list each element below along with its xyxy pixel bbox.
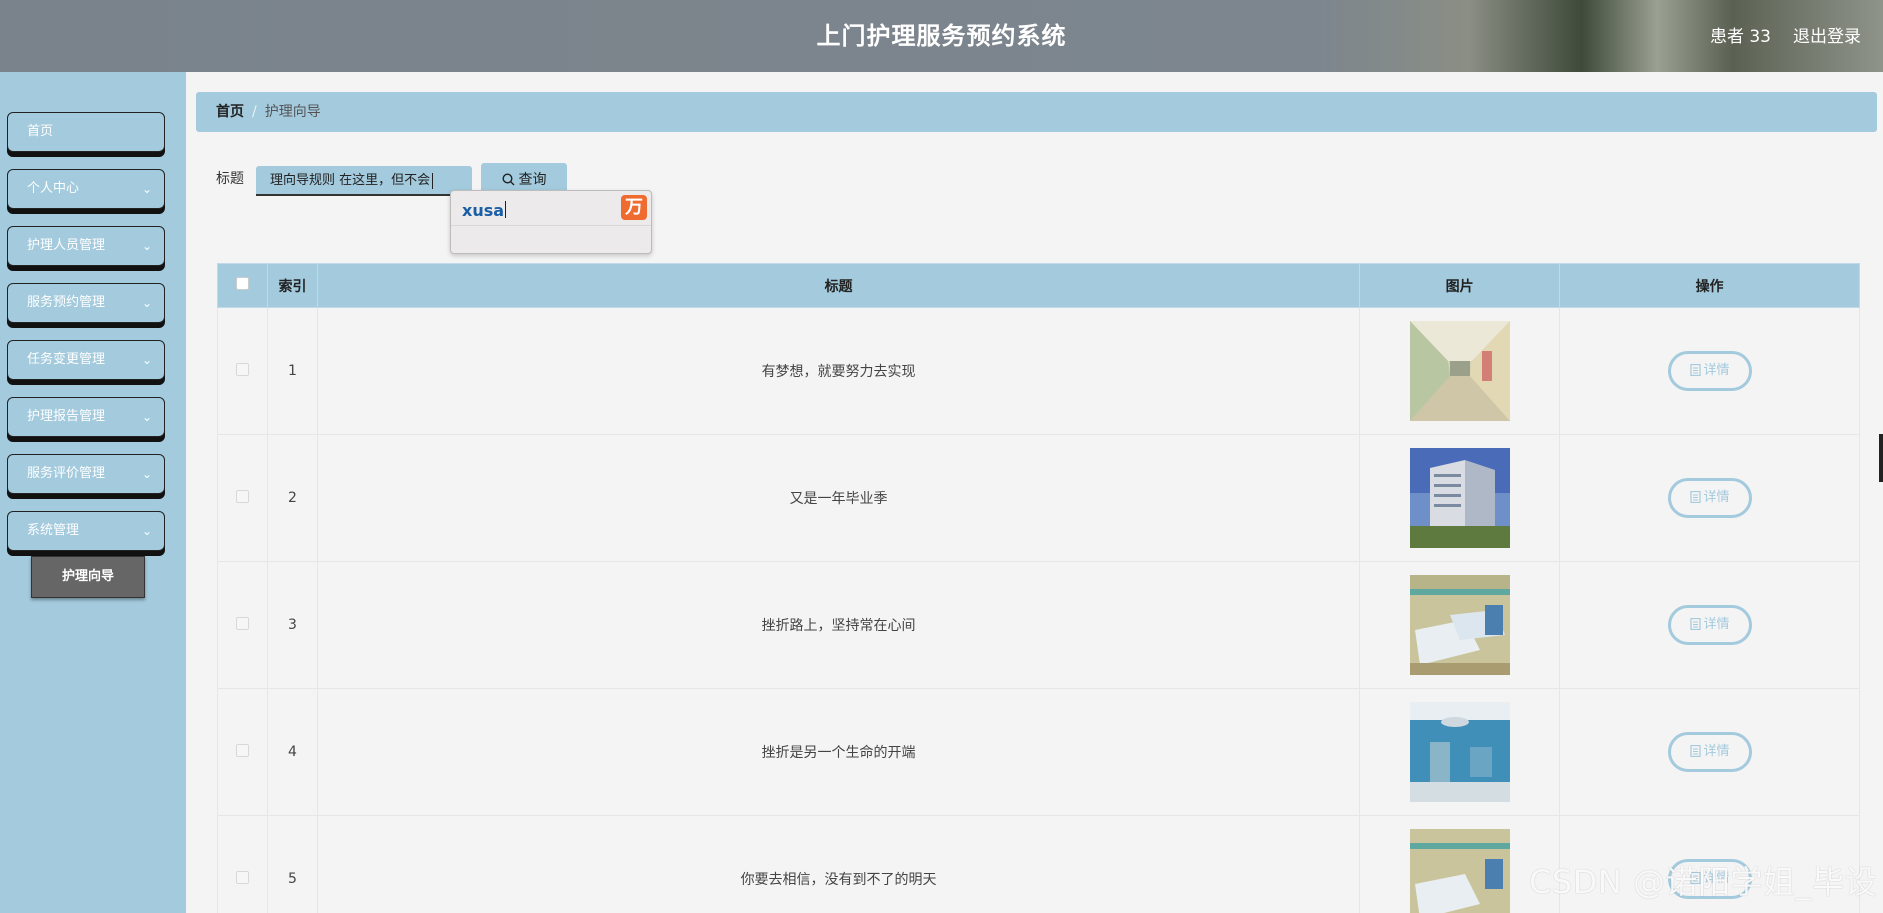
sidebar-item-label: 首页 [27,124,54,139]
sidebar-item-label: 护理报告管理 [27,409,106,424]
row-checkbox[interactable] [235,489,249,503]
row-index: 2 [266,434,318,562]
logout-link[interactable]: 退出登录 [1793,22,1861,47]
sidebar-item-label: 任务变更管理 [27,352,106,367]
top-header: 上门护理服务预约系统 患者 33 退出登录 [0,0,1883,72]
search-icon [501,173,514,186]
row-index: 5 [266,815,318,913]
ward-beds-image [1409,829,1510,913]
sidebar-item-label: 系统管理 [27,523,80,538]
column-header-title: 标题 [316,263,1361,308]
table-row: 4 挫折是另一个生命的开端 详情 [217,688,1860,816]
detail-button[interactable]: 详情 [1667,605,1752,645]
sidebar: 首页 个人中心 ⌄ 护理人员管理 ⌄ 服务预约管理 ⌄ 任务变更管理 ⌄ 护理报… [0,72,186,913]
breadcrumb: 首页 / 护理向导 [196,92,1877,132]
sidebar-item-report-management[interactable]: 护理报告管理 ⌄ [7,397,165,437]
select-all-header[interactable] [217,263,268,308]
ime-composition: xusa [462,201,507,220]
breadcrumb-current: 护理向导 [264,104,321,120]
row-title: 有梦想，就要努力去实现 [316,307,1361,435]
csdn-watermark: CSDN @诺阳学姐_毕设 [1529,863,1877,901]
sidebar-item-appointment-management[interactable]: 服务预约管理 ⌄ [7,283,165,323]
document-icon [1689,363,1701,377]
app-title: 上门护理服务预约系统 [816,22,1067,50]
chevron-down-icon: ⌄ [141,524,152,538]
search-label: 标题 [216,171,244,187]
sidebar-item-label: 个人中心 [27,181,80,196]
hospital-building-image [1409,448,1510,548]
row-checkbox[interactable] [235,362,249,376]
table-row: 1 有梦想，就要努力去实现 详情 [217,307,1860,435]
table-header-row: 索引 标题 图片 操作 [217,263,1860,308]
row-title: 挫折路上，坚持常在心间 [316,561,1361,689]
column-header-actions: 操作 [1559,263,1860,308]
row-index: 3 [266,561,318,689]
row-title: 又是一年毕业季 [316,434,1361,562]
ward-beds-image [1409,575,1510,675]
main-content: 首页 / 护理向导 标题 理向导规则 在这里，但不会 查询 xusa 万 索引 标题… [186,72,1883,913]
chevron-down-icon: ⌄ [141,467,152,481]
sidebar-item-nurse-management[interactable]: 护理人员管理 ⌄ [7,226,165,266]
breadcrumb-separator: / [252,104,257,120]
chevron-down-icon: ⌄ [141,410,152,424]
sidebar-item-personal-center[interactable]: 个人中心 ⌄ [7,169,165,209]
row-checkbox[interactable] [235,870,249,884]
chevron-down-icon: ⌄ [141,182,152,196]
sidebar-item-system-management[interactable]: 系统管理 ⌄ [7,511,165,551]
current-user: 患者 33 [1709,27,1771,47]
document-icon [1689,744,1701,758]
row-title: 挫折是另一个生命的开端 [316,688,1361,816]
row-index: 4 [266,688,318,816]
row-checkbox[interactable] [235,616,249,630]
ime-logo-icon[interactable]: 万 [621,195,647,220]
search-input[interactable]: 理向导规则 在这里，但不会 [256,166,472,196]
column-header-index: 索引 [266,263,318,308]
search-button-label: 查询 [518,172,547,188]
detail-button[interactable]: 详情 [1667,478,1752,518]
hospital-corridor-image [1409,321,1510,421]
sidebar-item-task-change-management[interactable]: 任务变更管理 ⌄ [7,340,165,380]
column-header-image: 图片 [1359,263,1561,308]
scroll-edge-marker [1879,434,1883,482]
sidebar-item-label: 服务评价管理 [27,466,106,481]
data-table: 索引 标题 图片 操作 1 有梦想，就要努力去实现 详情 2 又是一年毕业季 详… [217,263,1860,913]
sidebar-item-label: 服务预约管理 [27,295,106,310]
row-checkbox[interactable] [235,743,249,757]
chevron-down-icon: ⌄ [141,353,152,367]
ime-candidate-popup: xusa 万 [450,190,652,254]
detail-button[interactable]: 详情 [1667,351,1752,391]
table-row: 2 又是一年毕业季 详情 [217,434,1860,562]
select-all-checkbox[interactable] [235,277,249,290]
sidebar-item-home[interactable]: 首页 [7,112,165,152]
sidebar-item-review-management[interactable]: 服务评价管理 ⌄ [7,454,165,494]
document-icon [1689,617,1701,631]
row-title: 你要去相信，没有到不了的明天 [316,815,1361,913]
table-row: 3 挫折路上，坚持常在心间 详情 [217,561,1860,689]
operating-room-image [1409,702,1510,802]
search-input-value: 理向导规则 在这里，但不会 [270,173,431,188]
document-icon [1689,490,1701,504]
chevron-down-icon: ⌄ [141,239,152,253]
detail-button[interactable]: 详情 [1667,732,1752,772]
row-index: 1 [266,307,318,435]
chevron-down-icon: ⌄ [141,296,152,310]
sidebar-item-label: 护理人员管理 [27,238,106,253]
breadcrumb-home[interactable]: 首页 [216,104,244,120]
submenu-item-nursing-guide[interactable]: 护理向导 [31,556,145,598]
